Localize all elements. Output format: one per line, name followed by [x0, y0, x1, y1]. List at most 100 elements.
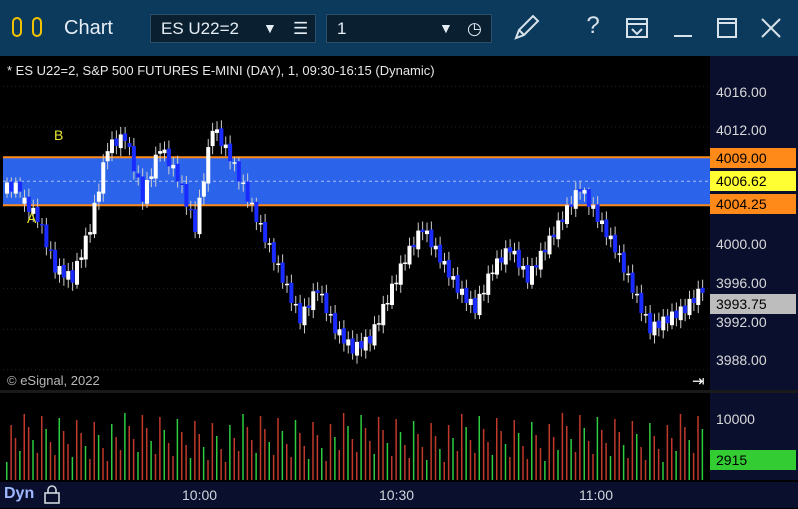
- volume-bar: [207, 460, 209, 480]
- volume-bar: [491, 455, 494, 480]
- candle: [420, 221, 425, 241]
- volume-bar: [246, 427, 249, 480]
- candle-body: [175, 163, 180, 182]
- candle: [44, 217, 49, 256]
- volume-bar: [596, 417, 599, 480]
- volume-bars: [6, 413, 704, 480]
- volume-bar: [404, 445, 406, 480]
- candle-body: [57, 266, 62, 275]
- volume-bar: [452, 438, 454, 480]
- volume-bar: [124, 413, 126, 480]
- volume-bar: [487, 442, 489, 480]
- window-list-icon[interactable]: [622, 14, 652, 44]
- window-title: Chart: [64, 17, 113, 39]
- candle-body: [665, 315, 670, 324]
- volume-pane[interactable]: [3, 393, 710, 480]
- scroll-to-end-icon[interactable]: ⇥: [692, 372, 705, 390]
- dynamic-mode-label[interactable]: Dyn: [4, 485, 34, 503]
- volume-bar: [137, 452, 139, 480]
- symbol-selector[interactable]: ES U22=2 ▼ ☰: [150, 14, 316, 43]
- candle-body: [223, 144, 228, 149]
- volume-bar: [150, 441, 152, 480]
- candle: [114, 130, 119, 155]
- candle-body: [551, 234, 556, 238]
- candle-body: [250, 202, 254, 205]
- candle-body: [210, 130, 215, 147]
- candle-body: [79, 257, 84, 260]
- candle: [473, 289, 478, 320]
- candle-body: [215, 129, 219, 133]
- candle-body: [280, 262, 285, 283]
- candle-body: [503, 248, 508, 265]
- candle-body: [411, 244, 416, 248]
- marker-a: A: [27, 210, 37, 226]
- candle-body: [499, 257, 504, 263]
- price-axis[interactable]: 4016.00 4012.00 4000.00 3996.00 3992.00 …: [710, 56, 798, 390]
- candle: [289, 274, 294, 312]
- volume-bar: [299, 433, 301, 480]
- interval-selector[interactable]: 1 ▼ ◷: [326, 14, 492, 43]
- volume-bar: [631, 421, 634, 480]
- candle-body: [13, 182, 18, 194]
- volume-bar: [644, 460, 647, 480]
- volume-bar: [167, 443, 170, 480]
- candle: [643, 305, 648, 324]
- candle-body: [9, 181, 14, 192]
- band-upper-tag: 4009.00: [710, 148, 796, 168]
- candle: [530, 257, 534, 289]
- clock-icon[interactable]: ◷: [467, 15, 482, 42]
- candle-body: [201, 181, 206, 197]
- candle-body: [311, 291, 316, 311]
- candle: [442, 252, 447, 273]
- candle-body: [617, 253, 622, 255]
- candle-body: [5, 182, 9, 194]
- candle-body: [385, 302, 390, 305]
- candle: [525, 256, 530, 289]
- candle-body: [158, 151, 163, 154]
- symbol-list-icon[interactable]: ☰: [293, 15, 308, 42]
- candle-body: [643, 314, 648, 316]
- candle: [193, 201, 198, 239]
- candle-body: [381, 303, 386, 326]
- volume-bar: [544, 461, 546, 480]
- chart-header: * ES U22=2, S&P 500 FUTURES E-MINI (DAY)…: [7, 63, 435, 78]
- volume-bar: [23, 414, 25, 480]
- candle-body: [490, 272, 495, 275]
- candle: [678, 298, 683, 329]
- price-chart[interactable]: * ES U22=2, S&P 500 FUTURES E-MINI (DAY)…: [3, 56, 710, 390]
- candle: [499, 249, 504, 271]
- chevron-down-icon[interactable]: ▼: [439, 15, 453, 42]
- candle-body: [538, 250, 543, 270]
- candlestick-plot[interactable]: [3, 56, 710, 390]
- candle-body: [630, 272, 635, 293]
- volume-bar: [627, 458, 629, 480]
- candle: [355, 333, 359, 364]
- volume-bar: [316, 435, 319, 480]
- candle: [481, 284, 486, 301]
- help-icon[interactable]: ?: [578, 12, 608, 44]
- price-tick: 3996.00: [716, 275, 767, 291]
- candle: [88, 224, 93, 243]
- pencil-icon[interactable]: [508, 12, 544, 44]
- volume-bar: [115, 437, 117, 480]
- volume-bar: [106, 461, 109, 480]
- candle: [280, 254, 285, 289]
- volume-bar: [662, 462, 664, 480]
- volume-axis[interactable]: 10000 2915: [710, 393, 798, 480]
- time-axis[interactable]: Dyn 10:00 10:30 11:00: [0, 482, 798, 508]
- candle: [652, 313, 657, 344]
- volume-bar: [342, 413, 345, 480]
- candle: [306, 297, 311, 317]
- lock-icon[interactable]: [43, 484, 61, 504]
- candle: [210, 122, 215, 155]
- volume-bar: [325, 461, 327, 480]
- chevron-down-icon[interactable]: ▼: [263, 15, 277, 42]
- maximize-icon[interactable]: [712, 14, 742, 44]
- minimize-icon[interactable]: [668, 14, 698, 44]
- candle: [123, 126, 128, 150]
- candle-body: [258, 223, 263, 225]
- close-icon[interactable]: [756, 14, 786, 44]
- candle-body: [341, 328, 346, 344]
- volume-bar: [666, 425, 669, 480]
- candle: [258, 214, 263, 233]
